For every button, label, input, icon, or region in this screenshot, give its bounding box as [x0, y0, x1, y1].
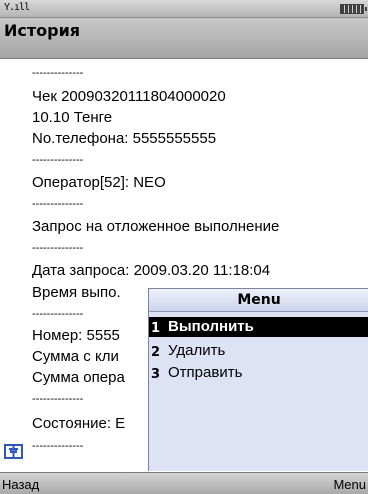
back-softkey[interactable]: Назад [2, 477, 39, 492]
operator: Оператор[52]: NEO [32, 174, 166, 191]
menu-item-send[interactable]: 3 Отправить [149, 363, 368, 383]
menu-item-number: 1 [151, 321, 161, 336]
receipt-number: Чек 20090320111804000020 [32, 88, 226, 105]
separator: -------------- [32, 198, 84, 210]
menu-title: Menu [149, 289, 368, 312]
options-menu: Menu 1 Выполнить 2 Удалить 3 Отправить [148, 288, 368, 471]
menu-item-number: 2 [151, 345, 161, 360]
execution-time: Время выпо. [32, 284, 121, 301]
amount: 10.10 Тенге [32, 109, 113, 126]
separator: -------------- [32, 242, 84, 254]
phone-number: No.телефона: 5555555555 [32, 130, 217, 147]
menu-item-execute[interactable]: 1 Выполнить [149, 317, 368, 337]
separator: -------------- [32, 393, 84, 405]
status-bar: Y.ıll [0, 0, 368, 18]
client-sum: Сумма с кли [32, 348, 119, 365]
deferred-request: Запрос на отложенное выполнение [32, 218, 280, 235]
request-date: Дата запроса: 2009.03.20 11:18:04 [32, 262, 271, 279]
number-line: Номер: 5555 [32, 327, 120, 344]
menu-softkey[interactable]: Menu [333, 477, 366, 492]
separator: -------------- [32, 308, 84, 320]
menu-item-delete[interactable]: 2 Удалить [149, 341, 368, 361]
page-title: История [4, 21, 81, 40]
signal-strength-icon: Y.ıll [4, 2, 30, 13]
menu-item-number: 3 [151, 367, 161, 382]
separator: -------------- [32, 154, 84, 166]
menu-item-label: Удалить [168, 342, 226, 359]
separator: -------------- [32, 67, 84, 79]
title-bar: История [0, 18, 368, 59]
status-line: Состояние: Е [32, 415, 126, 432]
operator-sum: Сумма опера [32, 369, 125, 386]
pin-icon[interactable] [4, 444, 23, 459]
menu-item-label: Выполнить [168, 318, 254, 335]
softkey-bar: Назад Menu [0, 472, 368, 494]
separator: -------------- [32, 440, 84, 452]
menu-item-label: Отправить [168, 364, 243, 381]
battery-icon [340, 4, 367, 14]
